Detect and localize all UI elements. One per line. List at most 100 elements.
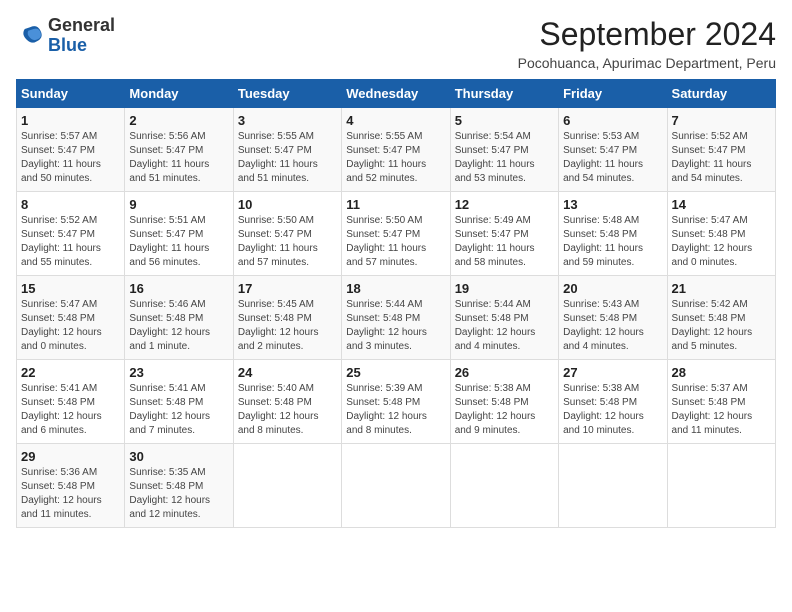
- calendar-cell: 9 Sunrise: 5:51 AM Sunset: 5:47 PM Daylig…: [125, 192, 233, 276]
- day-info: Sunrise: 5:44 AM Sunset: 5:48 PM Dayligh…: [455, 298, 554, 354]
- day-number: 26: [455, 365, 554, 380]
- day-info: Sunrise: 5:43 AM Sunset: 5:48 PM Dayligh…: [563, 298, 662, 354]
- day-info: Sunrise: 5:56 AM Sunset: 5:47 PM Dayligh…: [129, 130, 228, 186]
- header-wednesday: Wednesday: [342, 80, 450, 108]
- calendar-cell: [450, 444, 558, 528]
- day-number: 6: [563, 113, 662, 128]
- header-saturday: Saturday: [667, 80, 775, 108]
- day-info: Sunrise: 5:55 AM Sunset: 5:47 PM Dayligh…: [238, 130, 337, 186]
- calendar-cell: 27Sunrise: 5:38 AM Sunset: 5:48 PM Dayli…: [559, 360, 667, 444]
- calendar-cell: 17 Sunrise: 5:45 AM Sunset: 5:48 PM Dayli…: [233, 276, 341, 360]
- day-number: 14: [672, 197, 771, 212]
- day-number: 25: [346, 365, 445, 380]
- calendar-cell: 26 Sunrise: 5:38 AM Sunset: 5:48 PM Dayli…: [450, 360, 558, 444]
- day-info: Sunrise: 5:46 AM Sunset: 5:48 PM Dayligh…: [129, 298, 228, 354]
- title-block: September 2024 Pocohuanca, Apurimac Depa…: [518, 16, 776, 71]
- header-friday: Friday: [559, 80, 667, 108]
- day-info: Sunrise: 5:40 AM Sunset: 5:48 PM Dayligh…: [238, 382, 337, 438]
- calendar-cell: [342, 444, 450, 528]
- day-number: 22: [21, 365, 120, 380]
- day-info: Sunrise: 5:38 AM Sunset: 5:48 PM Dayligh…: [455, 382, 554, 438]
- page-header: General Blue September 2024 Pocohuanca, …: [16, 16, 776, 71]
- logo-text: General Blue: [48, 16, 115, 56]
- day-number: 18: [346, 281, 445, 296]
- calendar-cell: 23Sunrise: 5:41 AM Sunset: 5:48 PM Dayli…: [125, 360, 233, 444]
- day-info: Sunrise: 5:35 AM Sunset: 5:48 PM Dayligh…: [129, 466, 228, 522]
- calendar-cell: 6 Sunrise: 5:53 AM Sunset: 5:47 PM Daylig…: [559, 108, 667, 192]
- calendar-cell: 1 Sunrise: 5:57 AM Sunset: 5:47 PM Daylig…: [17, 108, 125, 192]
- day-info: Sunrise: 5:50 AM Sunset: 5:47 PM Dayligh…: [346, 214, 445, 270]
- header-monday: Monday: [125, 80, 233, 108]
- day-info: Sunrise: 5:51 AM Sunset: 5:47 PM Dayligh…: [129, 214, 228, 270]
- location-subtitle: Pocohuanca, Apurimac Department, Peru: [518, 55, 776, 71]
- day-number: 3: [238, 113, 337, 128]
- calendar-cell: 28 Sunrise: 5:37 AM Sunset: 5:48 PM Dayli…: [667, 360, 775, 444]
- day-info: Sunrise: 5:42 AM Sunset: 5:48 PM Dayligh…: [672, 298, 771, 354]
- day-number: 15: [21, 281, 120, 296]
- day-number: 8: [21, 197, 120, 212]
- day-number: 9: [129, 197, 228, 212]
- day-number: 1: [21, 113, 120, 128]
- calendar-cell: 14 Sunrise: 5:47 AM Sunset: 5:48 PM Dayli…: [667, 192, 775, 276]
- day-number: 20: [563, 281, 662, 296]
- day-info: Sunrise: 5:48 AM Sunset: 5:48 PM Dayligh…: [563, 214, 662, 270]
- day-number: 19: [455, 281, 554, 296]
- day-number: 13: [563, 197, 662, 212]
- day-info: Sunrise: 5:36 AM Sunset: 5:48 PM Dayligh…: [21, 466, 120, 522]
- day-info: Sunrise: 5:41 AM Sunset: 5:48 PM Dayligh…: [129, 382, 228, 438]
- calendar-cell: 21 Sunrise: 5:42 AM Sunset: 5:48 PM Dayli…: [667, 276, 775, 360]
- header-thursday: Thursday: [450, 80, 558, 108]
- day-number: 4: [346, 113, 445, 128]
- day-info: Sunrise: 5:44 AM Sunset: 5:48 PM Dayligh…: [346, 298, 445, 354]
- day-number: 5: [455, 113, 554, 128]
- day-info: Sunrise: 5:45 AM Sunset: 5:48 PM Dayligh…: [238, 298, 337, 354]
- calendar-cell: 29Sunrise: 5:36 AM Sunset: 5:48 PM Dayli…: [17, 444, 125, 528]
- header-sunday: Sunday: [17, 80, 125, 108]
- day-number: 21: [672, 281, 771, 296]
- month-title: September 2024: [518, 16, 776, 53]
- day-info: Sunrise: 5:47 AM Sunset: 5:48 PM Dayligh…: [672, 214, 771, 270]
- day-info: Sunrise: 5:52 AM Sunset: 5:47 PM Dayligh…: [21, 214, 120, 270]
- calendar-cell: 16Sunrise: 5:46 AM Sunset: 5:48 PM Dayli…: [125, 276, 233, 360]
- day-info: Sunrise: 5:52 AM Sunset: 5:47 PM Dayligh…: [672, 130, 771, 186]
- logo-icon: [16, 22, 44, 50]
- calendar-cell: [559, 444, 667, 528]
- day-number: 30: [129, 449, 228, 464]
- calendar-cell: 2 Sunrise: 5:56 AM Sunset: 5:47 PM Daylig…: [125, 108, 233, 192]
- day-info: Sunrise: 5:37 AM Sunset: 5:48 PM Dayligh…: [672, 382, 771, 438]
- day-info: Sunrise: 5:47 AM Sunset: 5:48 PM Dayligh…: [21, 298, 120, 354]
- calendar-cell: 25 Sunrise: 5:39 AM Sunset: 5:48 PM Dayli…: [342, 360, 450, 444]
- calendar-cell: 5Sunrise: 5:54 AM Sunset: 5:47 PM Daylig…: [450, 108, 558, 192]
- calendar-cell: 30 Sunrise: 5:35 AM Sunset: 5:48 PM Dayli…: [125, 444, 233, 528]
- day-info: Sunrise: 5:50 AM Sunset: 5:47 PM Dayligh…: [238, 214, 337, 270]
- calendar-table: SundayMondayTuesdayWednesdayThursdayFrid…: [16, 79, 776, 528]
- calendar-cell: 19 Sunrise: 5:44 AM Sunset: 5:48 PM Dayli…: [450, 276, 558, 360]
- day-info: Sunrise: 5:39 AM Sunset: 5:48 PM Dayligh…: [346, 382, 445, 438]
- calendar-cell: 13 Sunrise: 5:48 AM Sunset: 5:48 PM Dayli…: [559, 192, 667, 276]
- day-number: 17: [238, 281, 337, 296]
- calendar-cell: 22Sunrise: 5:41 AM Sunset: 5:48 PM Dayli…: [17, 360, 125, 444]
- day-number: 24: [238, 365, 337, 380]
- calendar-cell: 7 Sunrise: 5:52 AM Sunset: 5:47 PM Daylig…: [667, 108, 775, 192]
- day-number: 10: [238, 197, 337, 212]
- day-info: Sunrise: 5:53 AM Sunset: 5:47 PM Dayligh…: [563, 130, 662, 186]
- day-info: Sunrise: 5:55 AM Sunset: 5:47 PM Dayligh…: [346, 130, 445, 186]
- day-number: 28: [672, 365, 771, 380]
- logo: General Blue: [16, 16, 115, 56]
- calendar-cell: 12Sunrise: 5:49 AM Sunset: 5:47 PM Dayli…: [450, 192, 558, 276]
- calendar-header-row: SundayMondayTuesdayWednesdayThursdayFrid…: [17, 80, 776, 108]
- day-info: Sunrise: 5:38 AM Sunset: 5:48 PM Dayligh…: [563, 382, 662, 438]
- calendar-cell: 10 Sunrise: 5:50 AM Sunset: 5:47 PM Dayli…: [233, 192, 341, 276]
- calendar-cell: 3 Sunrise: 5:55 AM Sunset: 5:47 PM Daylig…: [233, 108, 341, 192]
- calendar-cell: 11Sunrise: 5:50 AM Sunset: 5:47 PM Dayli…: [342, 192, 450, 276]
- day-info: Sunrise: 5:57 AM Sunset: 5:47 PM Dayligh…: [21, 130, 120, 186]
- week-row-5: 29Sunrise: 5:36 AM Sunset: 5:48 PM Dayli…: [17, 444, 776, 528]
- week-row-4: 22 Sunrise: 5:41 AM Sunset: 5:48 PM Dayli…: [17, 360, 776, 444]
- calendar-cell: 20 Sunrise: 5:43 AM Sunset: 5:48 PM Dayli…: [559, 276, 667, 360]
- week-row-1: 1 Sunrise: 5:57 AM Sunset: 5:47 PM Daylig…: [17, 108, 776, 192]
- calendar-cell: 8 Sunrise: 5:52 AM Sunset: 5:47 PM Daylig…: [17, 192, 125, 276]
- calendar-cell: 18 Sunrise: 5:44 AM Sunset: 5:48 PM Dayli…: [342, 276, 450, 360]
- day-number: 2: [129, 113, 228, 128]
- header-tuesday: Tuesday: [233, 80, 341, 108]
- day-number: 7: [672, 113, 771, 128]
